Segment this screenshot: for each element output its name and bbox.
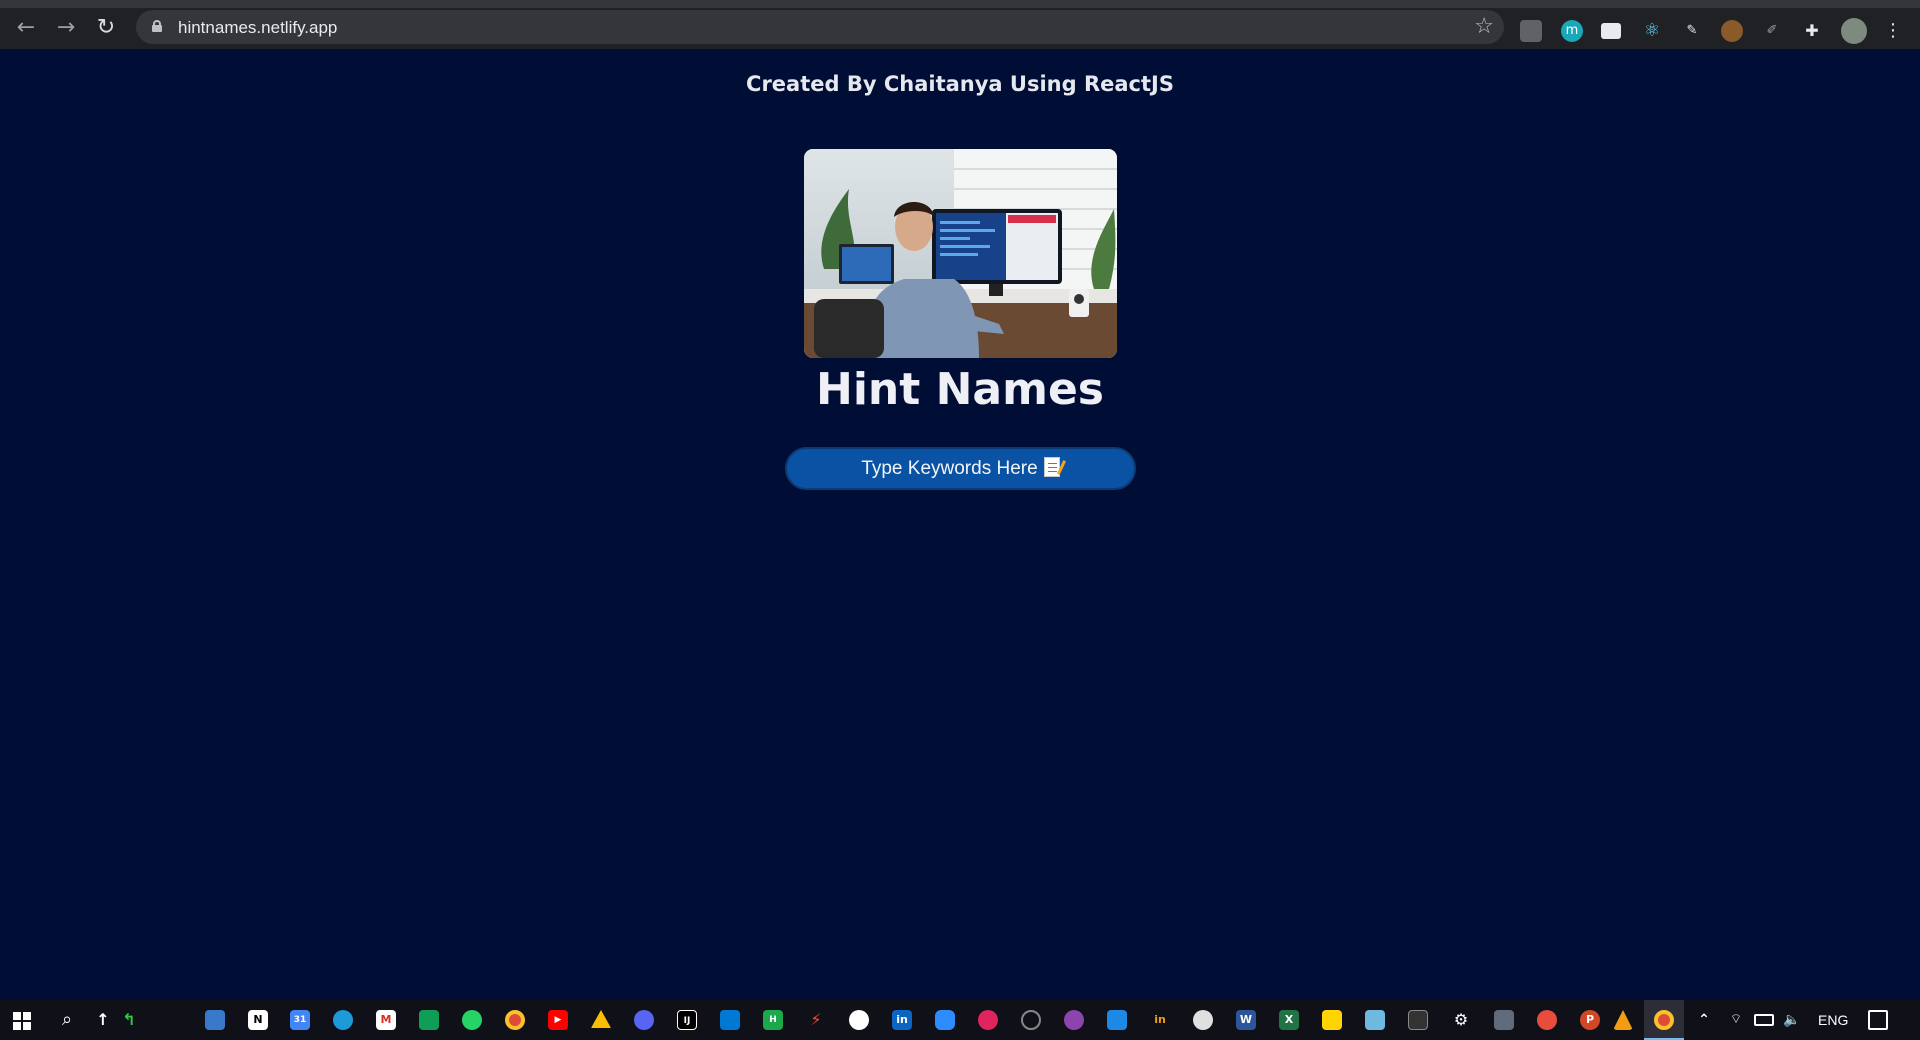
git-icon[interactable]: ⚡ <box>806 1010 826 1030</box>
discord-icon[interactable] <box>634 1010 654 1030</box>
up-arrow-icon[interactable]: ↑ <box>93 1010 113 1030</box>
developer-workspace-image <box>804 149 1117 358</box>
settings-icon[interactable]: ⚙ <box>1451 1010 1471 1030</box>
github-icon[interactable] <box>849 1010 869 1030</box>
forward-button[interactable]: → <box>52 14 80 42</box>
google-drive-icon[interactable] <box>591 1010 611 1028</box>
calendar-app-icon[interactable] <box>1107 1010 1127 1030</box>
profile-avatar[interactable] <box>1841 18 1867 44</box>
excel-icon[interactable]: X <box>1279 1010 1299 1030</box>
show-hidden-icons-icon[interactable]: ⌃ <box>1694 1010 1714 1030</box>
back-button[interactable]: ← <box>12 14 40 42</box>
search-icon[interactable]: ⌕ <box>57 1010 77 1030</box>
lock-icon <box>152 20 162 32</box>
in-app-icon[interactable]: in <box>1150 1010 1170 1030</box>
screen-icon[interactable] <box>1601 23 1621 39</box>
powerpoint-icon[interactable]: P <box>1580 1010 1600 1030</box>
sticky-notes-icon[interactable] <box>1322 1010 1342 1030</box>
language-indicator[interactable]: ENG <box>1818 1012 1848 1028</box>
credit-heading: Created By Chaitanya Using ReactJS <box>746 72 1174 96</box>
vscode-icon[interactable] <box>720 1010 740 1030</box>
bookmark-star-icon[interactable]: ☆ <box>1474 14 1494 39</box>
zoom-icon[interactable] <box>935 1010 955 1030</box>
chrome-dev-icon[interactable] <box>1021 1010 1041 1030</box>
windows-start-icon[interactable] <box>13 1012 31 1030</box>
terminal-icon[interactable] <box>1408 1010 1428 1030</box>
taskbar: ⌕ ↑ ↰ N 31 M ▶ IJ H ⚡ in in W X ⚙ P ⌃ ⌔ … <box>0 1000 1920 1040</box>
search-button-label: Type Keywords Here <box>861 458 1038 479</box>
paint-icon[interactable] <box>1537 1010 1557 1030</box>
url-text: hintnames.netlify.app <box>178 18 338 37</box>
intellij-icon[interactable]: IJ <box>677 1010 697 1030</box>
reload-button[interactable]: ↻ <box>92 14 120 42</box>
volume-icon[interactable]: 🔈 <box>1782 1010 1802 1030</box>
chrome-active-icon <box>1654 1010 1674 1030</box>
chrome-icon[interactable] <box>505 1010 525 1030</box>
github-desktop-icon[interactable] <box>1064 1010 1084 1030</box>
taskbar-app-1-icon[interactable] <box>205 1010 225 1030</box>
browser-toolbar: ← → ↻ hintnames.netlify.app ☆ m ⚛ ✎ ✐ ✚ … <box>0 0 1920 49</box>
cookie-icon[interactable] <box>1721 20 1743 42</box>
search-keywords-button[interactable]: Type Keywords Here <box>785 447 1136 490</box>
pen-extension-icon[interactable]: ✎ <box>1681 20 1703 42</box>
browser-menu-icon[interactable]: ⋮ <box>1882 20 1904 42</box>
camera-icon[interactable] <box>1520 20 1542 42</box>
chrome-active-app[interactable] <box>1644 1000 1684 1040</box>
app-title: Hint Names <box>816 364 1104 415</box>
green-arrow-icon[interactable]: ↰ <box>119 1010 139 1030</box>
react-devtools-icon[interactable]: ⚛ <box>1641 20 1663 42</box>
sheets-icon[interactable] <box>419 1010 439 1030</box>
battery-icon[interactable] <box>1754 1014 1774 1026</box>
m-extension-icon[interactable]: m <box>1561 20 1583 42</box>
address-bar[interactable]: hintnames.netlify.app ☆ <box>136 10 1504 44</box>
notion-icon[interactable]: N <box>248 1010 268 1030</box>
clock-icon[interactable] <box>1193 1010 1213 1030</box>
youtube-icon[interactable]: ▶ <box>548 1010 568 1030</box>
notifications-icon[interactable] <box>1868 1010 1888 1030</box>
edge-icon[interactable] <box>333 1010 353 1030</box>
hackerrank-icon[interactable]: H <box>763 1010 783 1030</box>
whatsapp-icon[interactable] <box>462 1010 482 1030</box>
puzzle-icon[interactable]: ✚ <box>1801 20 1823 42</box>
notepad-icon[interactable] <box>1365 1010 1385 1030</box>
screen-recorder-icon[interactable] <box>978 1010 998 1030</box>
linkedin-icon[interactable]: in <box>892 1010 912 1030</box>
gmail-icon[interactable]: M <box>376 1010 396 1030</box>
word-icon[interactable]: W <box>1236 1010 1256 1030</box>
wifi-icon[interactable]: ⌔ <box>1726 1010 1746 1030</box>
vlc-icon[interactable] <box>1613 1010 1633 1030</box>
pencil-icon[interactable]: ✐ <box>1761 20 1783 42</box>
memo-icon <box>1043 457 1060 477</box>
calendar-icon[interactable]: 31 <box>290 1010 310 1030</box>
calculator-icon[interactable] <box>1494 1010 1514 1030</box>
